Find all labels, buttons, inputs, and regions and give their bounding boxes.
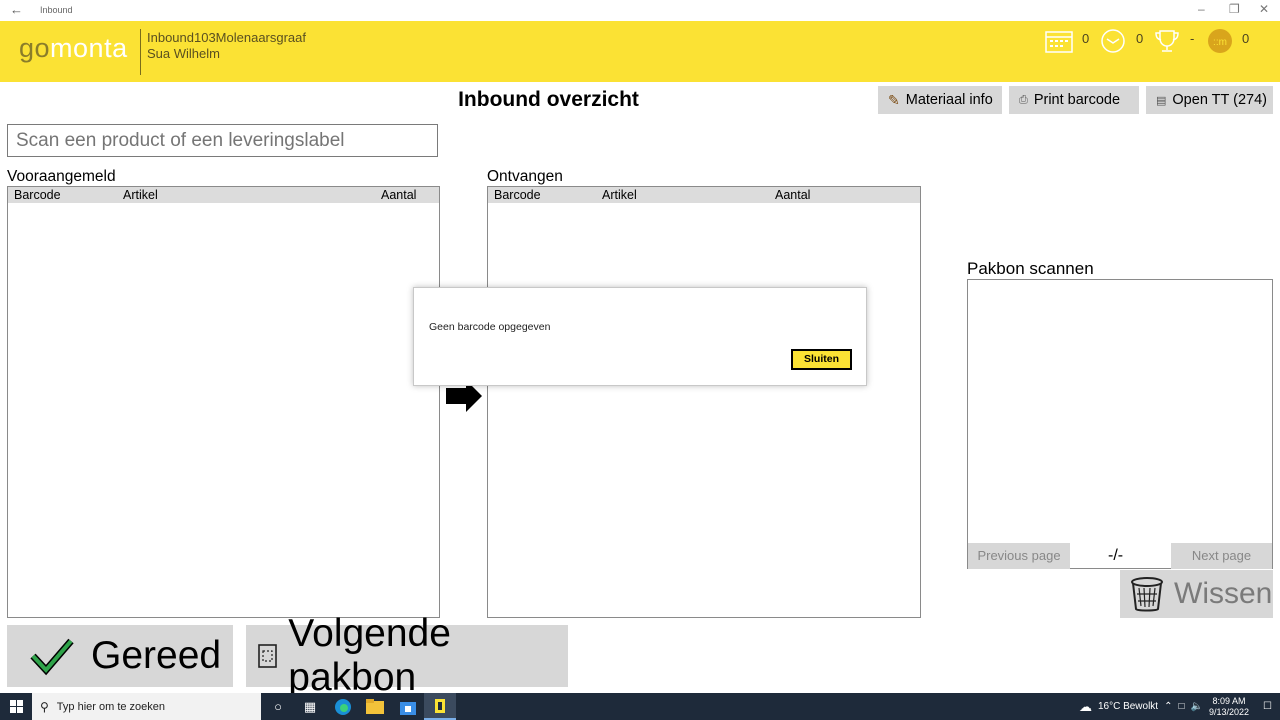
previous-page-button[interactable]: Previous page bbox=[968, 543, 1070, 569]
message-dialog: Geen barcode opgegeven Sluiten bbox=[413, 287, 867, 386]
list-icon: ▤ bbox=[1156, 94, 1167, 107]
app-header: gomonta Inbound103Molenaarsgraaf Sua Wil… bbox=[0, 21, 1280, 82]
page-indicator: -/- bbox=[1108, 547, 1124, 564]
volume-icon[interactable]: 🔈 bbox=[1191, 701, 1203, 712]
clock-icon bbox=[1101, 29, 1125, 53]
chevron-up-icon[interactable]: ⌃ bbox=[1164, 701, 1172, 712]
grid-header: Barcode Artikel Aantal bbox=[8, 187, 439, 203]
taskbar-search-placeholder: Typ hier om te zoeken bbox=[56, 700, 166, 713]
column-artikel[interactable]: Artikel bbox=[602, 188, 637, 202]
gereed-button[interactable]: Gereed bbox=[7, 625, 233, 687]
vooraangemeld-grid[interactable]: Barcode Artikel Aantal bbox=[7, 186, 440, 618]
ontvangen-grid[interactable]: Barcode Artikel Aantal bbox=[487, 186, 921, 618]
grid-header: Barcode Artikel Aantal bbox=[488, 187, 920, 203]
printer-icon: ⎙ bbox=[1019, 93, 1028, 106]
store-icon[interactable] bbox=[392, 693, 424, 720]
clock-count: 0 bbox=[1136, 31, 1144, 46]
column-aantal[interactable]: Aantal bbox=[775, 188, 810, 202]
scan-input[interactable] bbox=[7, 124, 438, 157]
edge-icon[interactable] bbox=[327, 693, 359, 720]
system-tray: ☁ 16°C Bewolkt ⌃ □ 🔈 8:09 AM 9/13/2022 ☐ bbox=[1079, 693, 1280, 720]
minimize-icon[interactable]: – bbox=[1198, 2, 1205, 16]
task-view-icon[interactable]: ▦ bbox=[294, 693, 326, 720]
window-titlebar: ← Inbound – ❐ ✕ bbox=[0, 0, 1280, 21]
print-barcode-label: Print barcode bbox=[1033, 92, 1121, 108]
volgende-pakbon-button[interactable]: Volgende pakbon bbox=[246, 612, 568, 699]
restore-icon[interactable]: ❐ bbox=[1229, 2, 1240, 16]
column-artikel[interactable]: Artikel bbox=[123, 188, 158, 202]
open-tt-button[interactable]: ▤ Open TT (274) bbox=[1146, 86, 1273, 114]
dialog-message: Geen barcode opgegeven bbox=[429, 321, 551, 333]
tape-icon: ✎ bbox=[888, 91, 900, 108]
wissen-label: Wissen bbox=[1174, 577, 1273, 610]
materiaal-info-button[interactable]: ✎ Materiaal info bbox=[878, 86, 1002, 114]
close-icon[interactable]: ✕ bbox=[1259, 2, 1269, 16]
clock-time: 8:09 AM bbox=[1212, 695, 1246, 706]
wissen-button[interactable]: Wissen bbox=[1120, 570, 1273, 618]
coin-icon: ::m bbox=[1208, 29, 1232, 53]
search-icon: ⚲ bbox=[40, 699, 49, 714]
calendar-count: 0 bbox=[1082, 31, 1090, 46]
print-barcode-button[interactable]: ⎙ Print barcode bbox=[1009, 86, 1139, 114]
ontvangen-title: Ontvangen bbox=[487, 168, 563, 185]
column-aantal[interactable]: Aantal bbox=[381, 188, 416, 202]
gomonta-logo: gomonta bbox=[19, 33, 128, 63]
open-tt-label: Open TT (274) bbox=[1172, 92, 1267, 108]
cloud-icon: ☁ bbox=[1078, 698, 1092, 714]
location-name: Inbound103Molenaarsgraaf bbox=[147, 30, 307, 45]
gomonta-app-icon[interactable] bbox=[424, 693, 456, 720]
calendar-icon bbox=[1045, 31, 1073, 53]
vooraangemeld-title: Vooraangemeld bbox=[7, 168, 116, 185]
windows-start-icon[interactable] bbox=[0, 693, 32, 720]
pakbon-title: Pakbon scannen bbox=[967, 259, 1094, 278]
materiaal-info-label: Materiaal info bbox=[905, 92, 993, 108]
clock[interactable]: 8:09 AM 9/13/2022 bbox=[1209, 696, 1249, 718]
checkmark-icon bbox=[30, 638, 74, 676]
network-icon[interactable]: □ bbox=[1178, 701, 1184, 712]
weather-text[interactable]: 16°C Bewolkt bbox=[1098, 701, 1158, 712]
pakbon-preview bbox=[967, 279, 1273, 569]
trophy-count: - bbox=[1190, 31, 1195, 46]
header-divider bbox=[140, 29, 141, 75]
window-title: Inbound bbox=[40, 5, 73, 15]
column-barcode[interactable]: Barcode bbox=[494, 188, 541, 202]
document-icon bbox=[258, 644, 277, 668]
trophy-icon bbox=[1155, 30, 1179, 52]
user-name: Sua Wilhelm bbox=[147, 46, 220, 61]
column-barcode[interactable]: Barcode bbox=[14, 188, 61, 202]
volgende-pakbon-label: Volgende pakbon bbox=[288, 612, 451, 699]
next-page-button[interactable]: Next page bbox=[1171, 543, 1272, 569]
clock-date: 9/13/2022 bbox=[1208, 706, 1250, 717]
taskbar-search[interactable]: ⚲ Typ hier om te zoeken bbox=[32, 693, 261, 720]
trash-icon bbox=[1131, 577, 1163, 612]
cortana-icon[interactable]: ○ bbox=[262, 693, 294, 720]
gereed-label: Gereed bbox=[91, 634, 222, 677]
svg-text:::m: ::m bbox=[1213, 37, 1227, 48]
notification-icon[interactable]: ☐ bbox=[1263, 701, 1272, 712]
back-arrow-icon[interactable]: ← bbox=[10, 2, 23, 17]
coin-count: 0 bbox=[1242, 31, 1250, 46]
file-explorer-icon[interactable] bbox=[359, 693, 391, 720]
sluiten-button[interactable]: Sluiten bbox=[791, 349, 852, 370]
windows-taskbar: ⚲ Typ hier om te zoeken ○ ▦ ☁ 16°C Bewol… bbox=[0, 693, 1280, 720]
